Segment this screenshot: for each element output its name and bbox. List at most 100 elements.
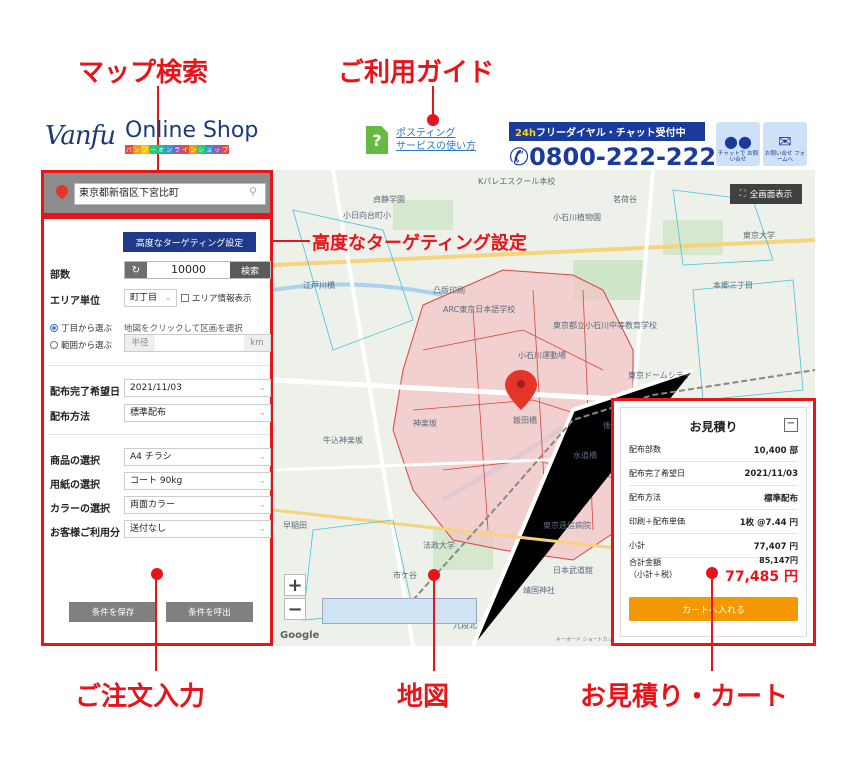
help-document-icon: ?	[366, 126, 388, 154]
estimate-row: 配布完了希望日 2021/11/03	[629, 462, 798, 486]
logo-subtitle-char: ッ	[213, 145, 222, 154]
advanced-targeting-button[interactable]: 高度なターゲティング設定	[123, 232, 256, 252]
logo-subtitle-char: ー	[149, 145, 158, 154]
chevron-down-icon: ⌄	[258, 500, 266, 510]
map-label: 小石川植物園	[553, 213, 601, 222]
minimize-button[interactable]: −	[784, 418, 798, 432]
total-label: 合計金額 （小計＋税）	[629, 558, 677, 579]
logo-mark: Vanfu	[45, 121, 116, 151]
callout-map: 地図	[397, 682, 450, 712]
completion-date-label: 配布完了希望日	[50, 387, 120, 398]
logo-subtitle-char: バ	[125, 145, 134, 154]
map-label: 牛込神楽坂	[323, 436, 363, 445]
callout-line-cart	[711, 575, 713, 671]
map-label: 凸版印刷	[433, 286, 465, 295]
callout-targeting: 高度なターゲティング設定	[312, 233, 527, 254]
map-label: 本郷三丁目	[713, 281, 753, 290]
estimate-panel: お見積り − 配布部数 10,400 部 配布完了希望日 2021/11/03 配布…	[611, 398, 816, 646]
map-label: 飯田橋	[513, 416, 537, 425]
color-select[interactable]: 両面カラー ⌄	[124, 496, 271, 514]
phone-band: 24hフリーダイヤル・チャット受付中	[509, 122, 705, 141]
estimate-row: 印刷＋配布単価 1枚 @7.44 円	[629, 510, 798, 534]
radio-choome[interactable]: 丁目から選ぶ	[50, 322, 112, 334]
area-info-checkbox[interactable]: エリア情報表示	[181, 292, 252, 304]
method-label: 配布方法	[50, 412, 90, 423]
logo-subtitle-char: オ	[157, 145, 166, 154]
zoom-in-button[interactable]: +	[284, 574, 306, 596]
divider	[48, 365, 270, 366]
guide-link-line2: サービスの使い方	[396, 141, 476, 152]
map-search-bar: 東京都新宿区下宮比町 ⚲	[41, 170, 273, 216]
callout-guide: ご利用ガイド	[338, 58, 495, 88]
phone-icon: ✆	[509, 143, 530, 171]
copies-stepper: ↻ 10000 検索	[124, 261, 271, 279]
copies-search-button[interactable]: 検索	[230, 262, 270, 278]
chat-bubble-icon: ●●	[724, 132, 752, 151]
copies-input[interactable]: 10000	[147, 262, 230, 278]
posting-guide-link[interactable]: ポスティング サービスの使い方	[396, 127, 476, 153]
map-label: ARC東京日本語学校	[443, 305, 516, 314]
map-label: 東京大学	[743, 231, 775, 240]
chat-button-label: チャットで お問い合せ	[717, 151, 759, 163]
choome-hint: 地図をクリックして区画を選択	[124, 324, 243, 334]
total-price: 77,485 円	[725, 569, 798, 585]
logo-subtitle-char: フ	[141, 145, 150, 154]
product-label: 商品の選択	[50, 456, 100, 467]
chat-button[interactable]: ●● チャットで お問い合せ	[716, 122, 760, 166]
load-conditions-button[interactable]: 条件を呼出	[166, 602, 253, 622]
radius-unit: km	[244, 335, 270, 351]
callout-order-input: ご注文入力	[75, 682, 206, 712]
color-label: カラーの選択	[50, 504, 110, 515]
map-label: 市ケ谷	[393, 571, 417, 580]
contact-form-button[interactable]: ✉ お問い合せ フォームへ	[763, 122, 807, 166]
logo-title: Online Shop	[125, 118, 259, 143]
order-input-panel: 高度なターゲティング設定 部数 ↻ 10000 検索 エリア単位 町丁目 ⌄ エリ…	[41, 216, 273, 646]
logo-subtitle-char: イ	[181, 145, 190, 154]
callout-estimate-cart: お見積り・カート	[580, 682, 789, 712]
area-unit-select[interactable]: 町丁目 ⌄	[124, 289, 177, 307]
copies-label: 部数	[50, 270, 70, 281]
usage-select[interactable]: 送付なし ⌄	[124, 520, 271, 538]
estimate-row: 配布部数 10,400 部	[629, 438, 798, 462]
area-unit-label: エリア単位	[50, 296, 100, 307]
radio-range[interactable]: 範囲から選ぶ	[50, 339, 112, 351]
paper-select[interactable]: コート 90kg ⌄	[124, 472, 271, 490]
logo[interactable]: Vanfu Online Shop バンフーオンラインショップ	[45, 118, 258, 154]
chevron-down-icon: ⌄	[258, 452, 266, 462]
logo-subtitle-char: ン	[189, 145, 198, 154]
phone-number[interactable]: ✆0800-222-2221	[509, 143, 733, 171]
callout-map-search: マップ検索	[78, 58, 209, 88]
map-label: 靖国神社	[523, 586, 555, 595]
guide-link-line1: ポスティング	[396, 128, 456, 139]
callout-dot-guide	[427, 114, 439, 126]
estimate-title: お見積り	[689, 420, 738, 434]
logo-subtitle-char: ョ	[205, 145, 214, 154]
save-conditions-button[interactable]: 条件を保存	[69, 602, 157, 622]
chevron-down-icon: ⌄	[258, 524, 266, 534]
usage-label: お客様ご利用分	[50, 528, 120, 539]
divider	[48, 434, 270, 435]
method-select[interactable]: 標準配布 ⌄	[124, 404, 271, 422]
guide-link-block[interactable]: ? ポスティング サービスの使い方	[366, 126, 476, 154]
chevron-down-icon: ⌄	[258, 383, 266, 393]
map-label: 貞静学園	[373, 195, 405, 204]
radio-icon	[50, 341, 58, 349]
callout-dot-order	[151, 568, 163, 580]
radio-selected-icon	[50, 324, 58, 332]
product-select[interactable]: A4 チラシ ⌄	[124, 448, 271, 466]
reset-icon[interactable]: ↻	[125, 262, 147, 278]
search-icon[interactable]: ⚲	[249, 185, 257, 198]
chevron-down-icon: ⌄	[164, 293, 172, 303]
address-search-input[interactable]: 東京都新宿区下宮比町	[74, 183, 266, 205]
radius-input[interactable]	[155, 335, 244, 351]
phone-band-text: フリーダイヤル・チャット受付中	[536, 128, 686, 139]
fullscreen-button[interactable]: ⛶ 全画面表示	[730, 184, 802, 204]
radius-field[interactable]: 半径 km	[124, 334, 271, 352]
add-to-cart-button[interactable]: カートへ入れる	[629, 597, 798, 621]
logo-subtitle-char: ン	[133, 145, 142, 154]
contact-button-label: お問い合せ フォームへ	[764, 151, 806, 163]
zoom-out-button[interactable]: −	[284, 598, 306, 620]
completion-date-select[interactable]: 2021/11/03 ⌄	[124, 379, 271, 397]
google-logo: Google	[280, 630, 320, 641]
chevron-down-icon: ⌄	[258, 476, 266, 486]
